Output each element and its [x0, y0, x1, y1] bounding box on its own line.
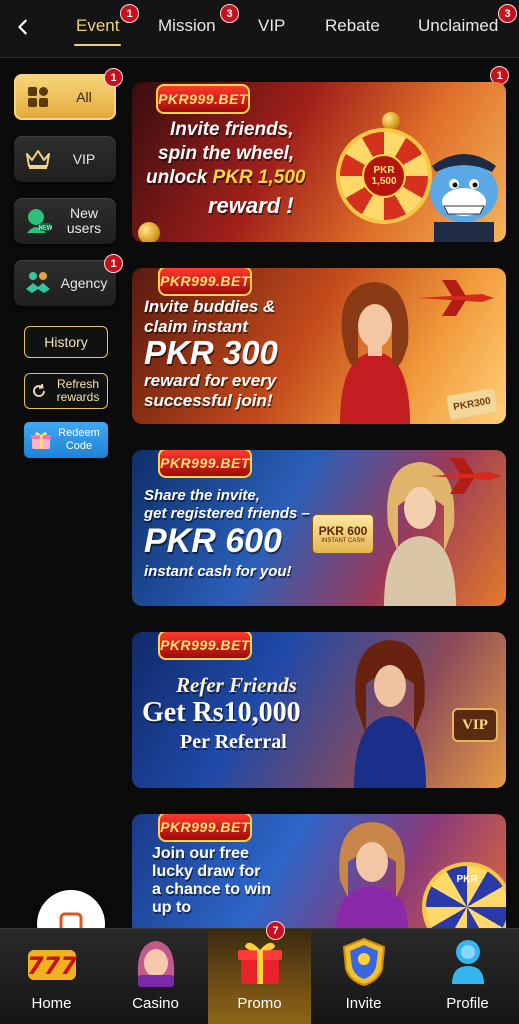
grid-icon — [20, 79, 56, 115]
card-amount: PKR 600 — [318, 524, 368, 538]
slot-777-icon: 777 — [25, 935, 79, 989]
top-tab-bar: Event 1 Mission 3 VIP Rebate Unclaimed 3 — [0, 0, 519, 58]
airplane-icon — [430, 458, 502, 494]
shark-mascot — [430, 154, 498, 242]
promo-banner-5[interactable]: PKR999.BET Join our free lucky draw for … — [132, 814, 506, 928]
prize-ticket: PKR300 — [446, 388, 498, 420]
wheel-center-label: PKR 1,500 — [362, 154, 406, 198]
profile-icon — [441, 935, 495, 989]
sidebar-item-all[interactable]: All — [14, 74, 116, 120]
sidebar-item-label: All — [76, 88, 92, 105]
brand-logo: PKR999.BET — [158, 450, 252, 478]
svg-text:777: 777 — [26, 952, 76, 980]
banner-amount: PKR 300 — [144, 334, 278, 371]
nav-invite[interactable]: Invite — [312, 929, 415, 1024]
sidebar-agency-badge: 1 — [104, 254, 123, 273]
brand-logo: PKR999.BET — [158, 632, 252, 660]
gift-icon — [31, 432, 51, 449]
refresh-icon — [33, 383, 45, 397]
sidebar-all-badge: 1 — [104, 68, 123, 87]
promo-badge: 7 — [266, 921, 285, 940]
coin-decoration — [138, 222, 160, 242]
nav-label: Promo — [237, 995, 282, 1012]
banner-amount: PKR 600 — [144, 522, 282, 560]
sidebar: All 1 VIP NEW New users Agency 1 History… — [0, 58, 128, 928]
sidebar-item-new-users[interactable]: NEW New users — [14, 198, 116, 244]
banner-headline: unlock PKR 1,500 — [146, 167, 306, 188]
banner-headline: reward for every — [144, 371, 277, 390]
refresh-rewards-button[interactable]: Refresh rewards — [24, 373, 108, 409]
new-user-icon: NEW — [20, 203, 56, 239]
brand-logo: PKR999.BET — [158, 268, 252, 296]
tab-unclaimed-badge: 3 — [498, 4, 517, 23]
chevron-left-icon — [18, 19, 27, 35]
banner-headline: successful join! — [144, 391, 273, 410]
banner-headline: Refer Friends — [176, 673, 297, 697]
banner-headline: Invite friends, — [170, 119, 294, 140]
nav-label: Home — [31, 995, 72, 1012]
nav-label: Profile — [446, 995, 489, 1012]
tab-event-badge: 1 — [120, 4, 139, 23]
card-caption: INSTANT CASH — [321, 538, 365, 544]
nav-casino[interactable]: Casino — [104, 929, 207, 1024]
shield-invite-icon — [337, 935, 391, 989]
history-button[interactable]: History — [24, 326, 108, 358]
instant-cash-card: PKR 600 INSTANT CASH — [312, 514, 374, 554]
hostess-illustration — [354, 640, 426, 788]
hostess-illustration — [336, 822, 408, 928]
banner-headline: get registered friends – — [144, 505, 310, 522]
tab-vip[interactable]: VIP — [258, 16, 285, 36]
banner-headline: Share the invite, — [144, 487, 260, 504]
tab-unclaimed[interactable]: Unclaimed — [418, 16, 498, 36]
brand-logo: PKR999.BET — [156, 84, 250, 114]
banner-headline: reward ! — [208, 193, 294, 218]
promo-banner-1[interactable]: PKR999.BET Invite friends, spin the whee… — [132, 82, 506, 242]
gift-box-icon — [233, 935, 287, 989]
tab-mission-badge: 3 — [220, 4, 239, 23]
casino-girl-icon — [129, 935, 183, 989]
nav-home[interactable]: 777 Home — [0, 929, 103, 1024]
handshake-icon — [20, 265, 56, 301]
promo-banner-3[interactable]: PKR999.BET Share the invite, get registe… — [132, 450, 506, 606]
banner-headline: up to — [152, 899, 192, 916]
banner-amount: Get Rs10,000 — [142, 697, 301, 728]
vip-sign: VIP — [452, 708, 498, 742]
sidebar-item-vip[interactable]: VIP — [14, 136, 116, 182]
banner-headline: instant cash for you! — [144, 563, 292, 580]
wheel-label: PKR — [456, 874, 478, 885]
svg-text:NEW: NEW — [38, 225, 52, 232]
airplane-icon — [418, 280, 494, 316]
promo-banner-2[interactable]: PKR999.BET Invite buddies & claim instan… — [132, 268, 506, 424]
bottom-nav: 777 Home Casino Promo 7 Invite Profile — [0, 921, 519, 1024]
banner-headline: Join our free — [152, 845, 249, 862]
brand-logo: PKR999.BET — [158, 814, 252, 842]
sidebar-item-label: VIP — [72, 150, 96, 167]
sidebar-item-agency[interactable]: Agency — [14, 260, 116, 306]
back-button[interactable] — [10, 14, 36, 40]
nav-label: Casino — [132, 995, 179, 1012]
redeem-code-button[interactable]: Redeem Code — [24, 422, 108, 458]
crown-icon — [20, 141, 56, 177]
tab-mission[interactable]: Mission — [158, 16, 216, 36]
banner-headline: spin the wheel, — [158, 143, 295, 164]
sidebar-item-label: New users — [66, 205, 102, 236]
tab-rebate[interactable]: Rebate — [325, 16, 380, 36]
banner-headline: lucky draw for — [152, 863, 261, 880]
banner-headline: a chance to win — [152, 881, 272, 898]
nav-promo[interactable]: Promo — [208, 929, 311, 1024]
prize-wheel: PKR — [422, 862, 506, 928]
banner-headline: Per Referral — [180, 731, 287, 753]
promo-banner-4[interactable]: PKR999.BET Refer Friends Get Rs10,000 Pe… — [132, 632, 506, 788]
tab-event[interactable]: Event — [73, 16, 122, 46]
banner-headline: Invite buddies & — [144, 297, 276, 316]
sidebar-item-label: Agency — [60, 274, 108, 291]
nav-label: Invite — [345, 995, 382, 1012]
nav-profile[interactable]: Profile — [416, 929, 519, 1024]
